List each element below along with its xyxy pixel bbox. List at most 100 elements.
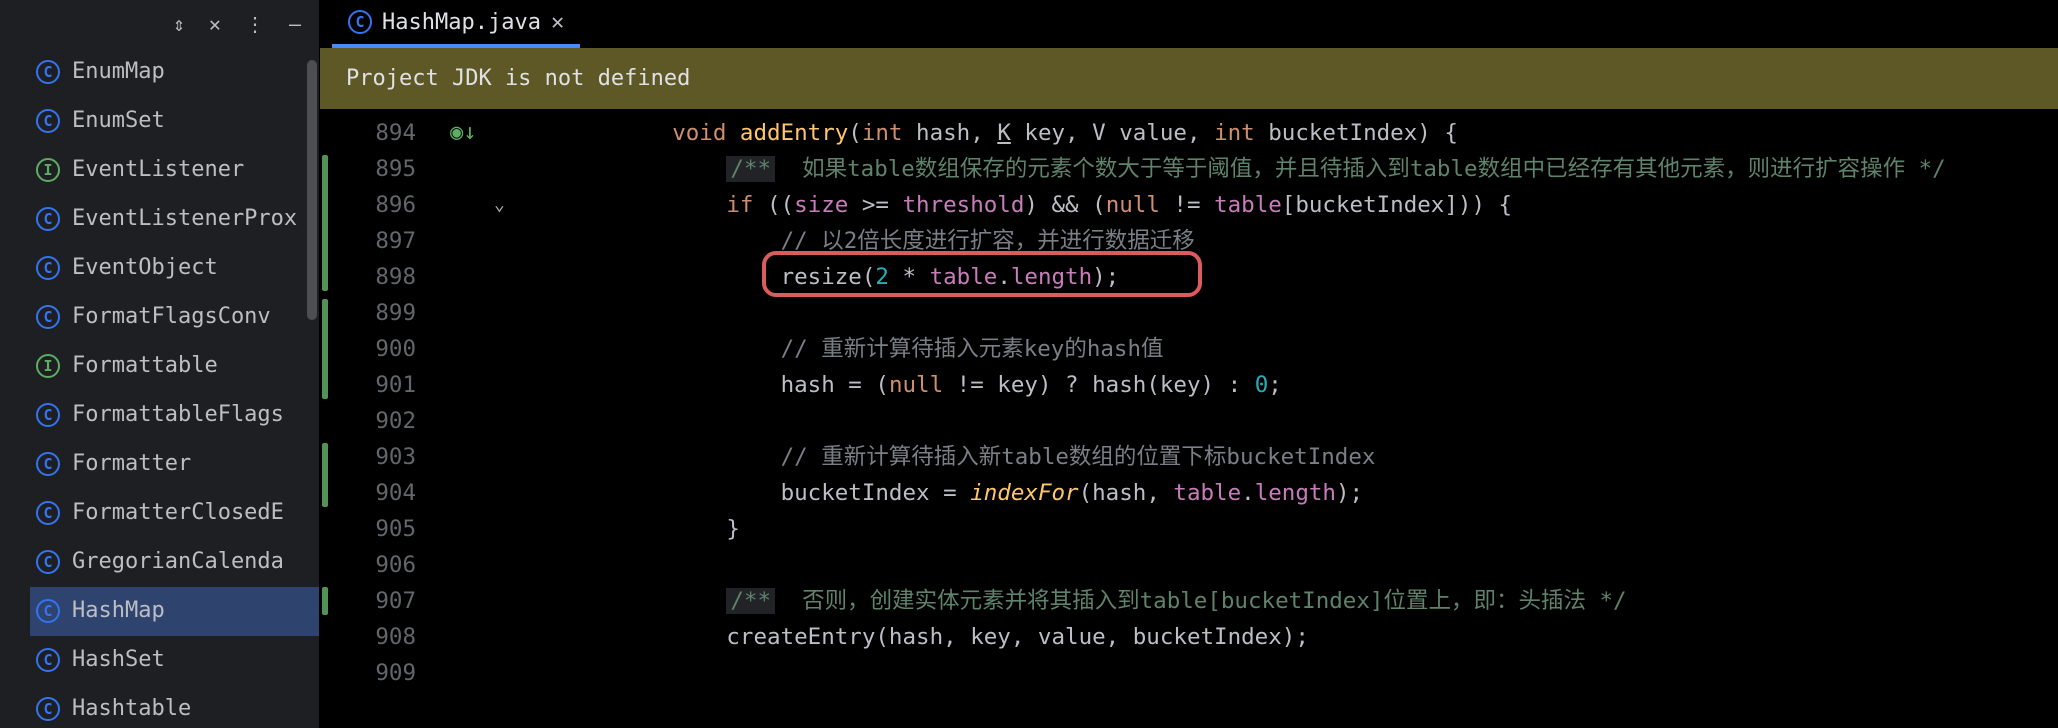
expand-collapse-icon[interactable]: ⇕ — [173, 12, 185, 36]
sidebar-item-hashtable[interactable]: C Hashtable — [30, 685, 319, 728]
class-icon: C — [36, 648, 60, 672]
line-number[interactable]: 908 — [320, 619, 416, 655]
line-number[interactable]: 899 — [320, 295, 416, 331]
code-line[interactable]: /** 否则，创建实体元素并将其插入到table[bucketIndex]位置上… — [618, 583, 2058, 619]
tree-item-label: EnumSet — [72, 97, 165, 146]
class-icon: C — [36, 599, 60, 623]
line-number[interactable]: 894 — [320, 115, 416, 151]
line-number[interactable]: 901 — [320, 367, 416, 403]
tree-item-label: FormatterClosedE — [72, 489, 284, 538]
line-number[interactable]: 895 — [320, 151, 416, 187]
class-icon: C — [36, 305, 60, 329]
vcs-change-mark[interactable] — [322, 587, 328, 615]
code-line[interactable]: /** 如果table数组保存的元素个数大于等于阈值，并且待插入到table数组… — [618, 151, 2058, 187]
sidebar-item-eventobject[interactable]: C EventObject — [30, 244, 319, 293]
close-icon[interactable]: ✕ — [209, 12, 221, 36]
class-icon: C — [36, 403, 60, 427]
vcs-change-mark[interactable] — [322, 299, 328, 399]
code-content[interactable]: void addEntry(int hash, K key, V value, … — [618, 109, 2058, 728]
line-number[interactable]: 902 — [320, 403, 416, 439]
line-number[interactable]: 900 — [320, 331, 416, 367]
line-number-gutter[interactable]: 8948958968978988999009019029039049059069… — [320, 109, 438, 728]
tab-hashmap-java[interactable]: C HashMap.java ✕ — [332, 0, 580, 48]
code-line[interactable] — [618, 547, 2058, 583]
code-line[interactable]: hash = (null != key) ? hash(key) : 0; — [618, 367, 2058, 403]
code-line[interactable]: // 重新计算待插入新table数组的位置下标bucketIndex — [618, 439, 2058, 475]
tree-item-label: FormatFlagsConv — [72, 293, 271, 342]
vcs-change-strip — [320, 109, 328, 728]
tree-item-label: EventListener — [72, 146, 244, 195]
more-icon[interactable]: ⋮ — [245, 12, 265, 36]
sidebar-item-enumset[interactable]: C EnumSet — [30, 97, 319, 146]
tree-item-label: EnumMap — [72, 48, 165, 97]
tree-item-label: HashSet — [72, 636, 165, 685]
sidebar-toolstrip: ⇕ ✕ ⋮ — — [0, 0, 319, 48]
override-gutter-icon[interactable]: ◉↓ — [450, 115, 477, 151]
sidebar-item-eventlistenerprox[interactable]: C EventListenerProx — [30, 195, 319, 244]
class-icon: C — [36, 109, 60, 133]
tree-item-label: EventListenerProx — [72, 195, 297, 244]
tree-item-label: Formatter — [72, 440, 191, 489]
sidebar-scrollbar[interactable] — [307, 60, 317, 320]
code-line[interactable] — [618, 655, 2058, 691]
class-icon: C — [36, 697, 60, 721]
editor-tabbar: C HashMap.java ✕ — [320, 0, 2058, 48]
sidebar-item-formatter[interactable]: C Formatter — [30, 440, 319, 489]
sidebar-item-formattable[interactable]: I Formattable — [30, 342, 319, 391]
line-number[interactable]: 896 — [320, 187, 416, 223]
tree-item-label: EventObject — [72, 244, 218, 293]
sidebar-item-formatflagsconv[interactable]: C FormatFlagsConv — [30, 293, 319, 342]
class-icon: C — [36, 452, 60, 476]
tree-item-label: Hashtable — [72, 685, 191, 728]
code-line[interactable] — [618, 295, 2058, 331]
line-number[interactable]: 904 — [320, 475, 416, 511]
vcs-change-mark[interactable] — [322, 443, 328, 507]
project-tree[interactable]: C EnumMap C EnumSet I EventListener C EventList… — [0, 48, 319, 728]
fold-column[interactable]: ◉↓ ⌄ — [438, 109, 618, 728]
line-number[interactable]: 907 — [320, 583, 416, 619]
tab-title: HashMap.java — [382, 10, 541, 35]
tree-item-label: GregorianCalenda — [72, 538, 284, 587]
sidebar-item-eventlistener[interactable]: I EventListener — [30, 146, 319, 195]
jdk-warning-banner[interactable]: Project JDK is not defined — [320, 48, 2058, 109]
sidebar-item-gregoriancalenda[interactable]: C GregorianCalenda — [30, 538, 319, 587]
class-icon: C — [36, 501, 60, 525]
line-number[interactable]: 905 — [320, 511, 416, 547]
class-icon: C — [348, 10, 372, 34]
code-line[interactable]: } — [618, 511, 2058, 547]
code-line[interactable]: // 以2倍长度进行扩容，并进行数据迁移 — [618, 223, 2058, 259]
code-line[interactable]: void addEntry(int hash, K key, V value, … — [618, 115, 2058, 151]
editor-panel: C HashMap.java ✕ Project JDK is not defi… — [320, 0, 2058, 728]
project-tree-panel: ⇕ ✕ ⋮ — CEnumMapCEnumSetIEventListenerCE… — [0, 0, 320, 728]
sidebar-item-hashset[interactable]: C HashSet — [30, 636, 319, 685]
line-number[interactable]: 903 — [320, 439, 416, 475]
tree-item-label: FormattableFlags — [72, 391, 284, 440]
class-icon: C — [36, 256, 60, 280]
class-icon: C — [36, 207, 60, 231]
sidebar-item-formatterclosede[interactable]: C FormatterClosedE — [30, 489, 319, 538]
code-area: 8948958968978988999009019029039049059069… — [320, 109, 2058, 728]
tree-item-label: Formattable — [72, 342, 218, 391]
interface-icon: I — [36, 354, 60, 378]
line-number[interactable]: 909 — [320, 655, 416, 691]
line-number[interactable]: 897 — [320, 223, 416, 259]
code-line[interactable]: // 重新计算待插入元素key的hash值 — [618, 331, 2058, 367]
class-icon: C — [36, 550, 60, 574]
code-line[interactable]: bucketIndex = indexFor(hash, table.lengt… — [618, 475, 2058, 511]
sidebar-item-enummap[interactable]: C EnumMap — [30, 48, 319, 97]
code-line[interactable]: if ((size >= threshold) && (null != tabl… — [618, 187, 2058, 223]
class-icon: C — [36, 60, 60, 84]
minimize-icon[interactable]: — — [289, 12, 301, 36]
sidebar-item-hashmap[interactable]: C HashMap — [30, 587, 319, 636]
vcs-change-mark[interactable] — [322, 155, 328, 291]
code-line[interactable]: resize(2 * table.length); — [618, 259, 2058, 295]
line-number[interactable]: 898 — [320, 259, 416, 295]
tab-close-icon[interactable]: ✕ — [551, 10, 564, 35]
code-line[interactable] — [618, 403, 2058, 439]
code-line[interactable]: createEntry(hash, key, value, bucketInde… — [618, 619, 2058, 655]
tree-item-label: HashMap — [72, 587, 165, 636]
line-number[interactable]: 906 — [320, 547, 416, 583]
interface-icon: I — [36, 158, 60, 182]
sidebar-item-formattableflags[interactable]: C FormattableFlags — [30, 391, 319, 440]
fold-toggle-icon[interactable]: ⌄ — [494, 187, 505, 223]
